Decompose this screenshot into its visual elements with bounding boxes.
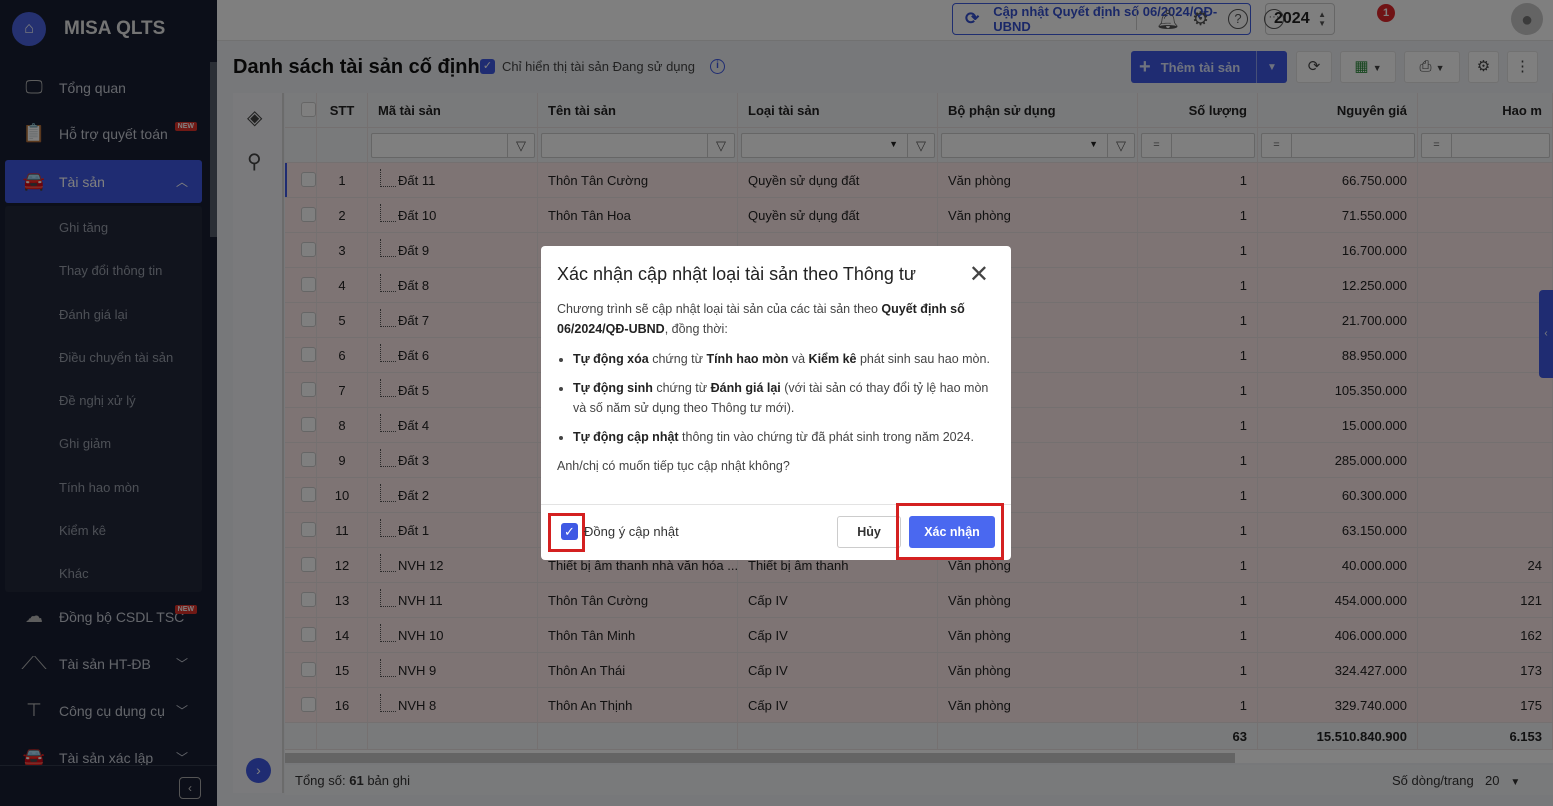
close-icon[interactable]: ✕ <box>969 260 989 289</box>
checkbox-checked-icon[interactable]: ✓ <box>561 523 578 540</box>
bullet-auto-generate: Tự động sinh chứng từ Đánh giá lại (với … <box>573 378 997 418</box>
cancel-button[interactable]: Hủy <box>837 516 901 548</box>
dialog-question: Anh/chị có muốn tiếp tục cập nhật không? <box>557 459 790 473</box>
dialog-footer: ✓ Đồng ý cập nhật Hủy Xác nhận <box>541 503 1011 560</box>
dialog-body: Chương trình sẽ cập nhật loại tài sản củ… <box>557 299 997 476</box>
confirm-button[interactable]: Xác nhận <box>909 516 995 548</box>
bullet-auto-update: Tự động cập nhật thông tin vào chứng từ … <box>573 427 997 447</box>
agree-label: Đồng ý cập nhật <box>584 524 679 539</box>
dialog-title: Xác nhận cập nhật loại tài sản theo Thôn… <box>557 264 916 284</box>
agree-checkbox[interactable]: ✓ Đồng ý cập nhật <box>561 523 679 540</box>
confirm-dialog: Xác nhận cập nhật loại tài sản theo Thôn… <box>541 246 1011 560</box>
bullet-auto-delete: Tự động xóa chứng từ Tính hao mòn và Kiể… <box>573 349 997 369</box>
